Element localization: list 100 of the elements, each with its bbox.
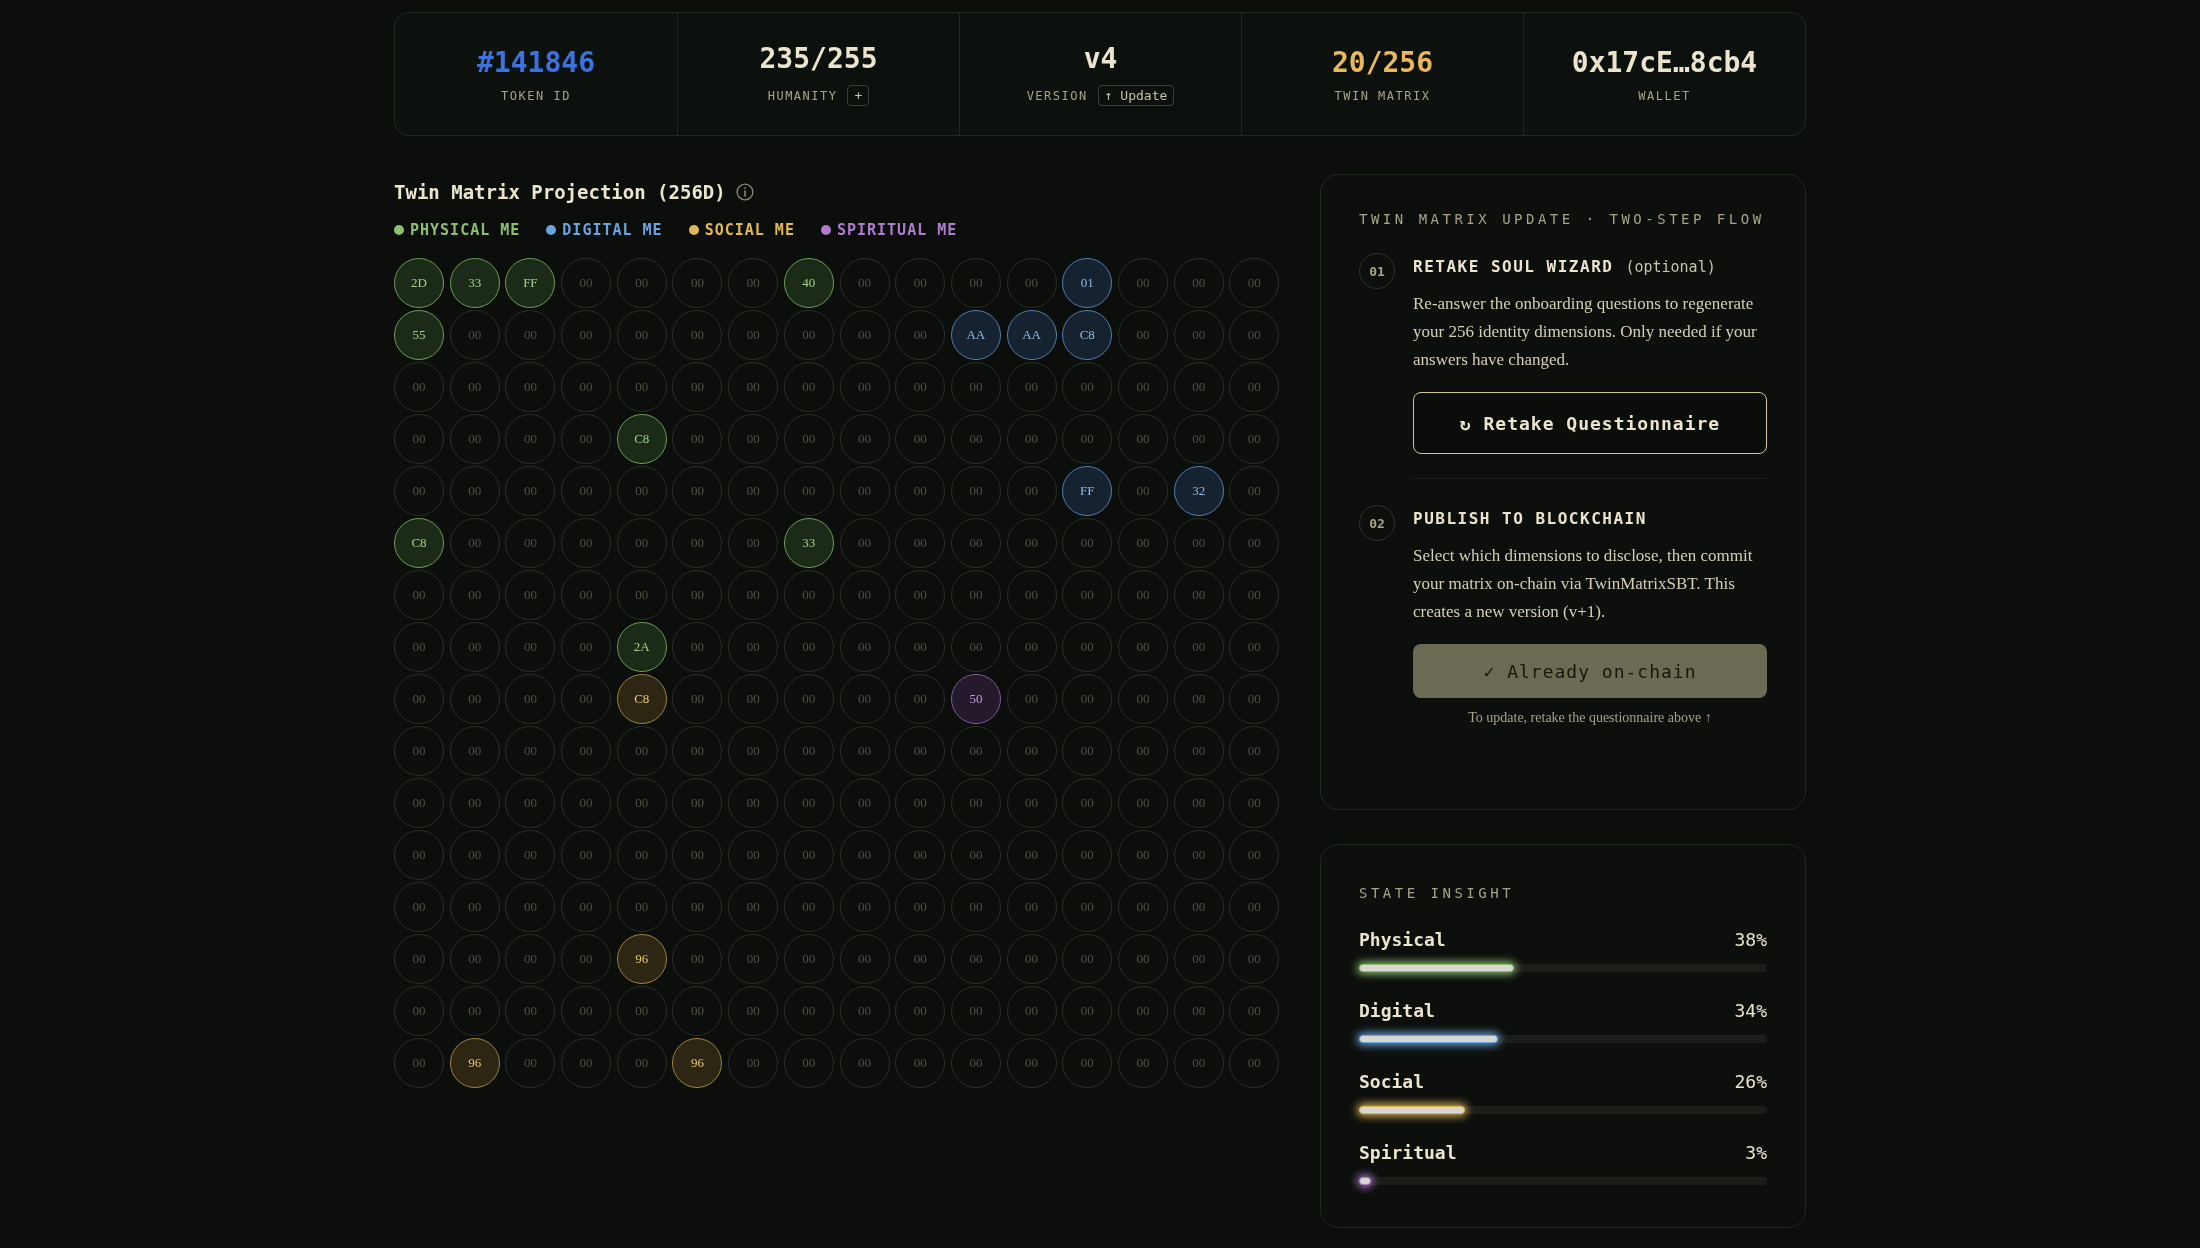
matrix-cell[interactable]: 00 bbox=[394, 986, 444, 1036]
matrix-cell[interactable]: 00 bbox=[505, 518, 556, 568]
matrix-cell[interactable]: 00 bbox=[728, 726, 779, 776]
matrix-cell[interactable]: 00 bbox=[895, 882, 946, 932]
matrix-cell[interactable]: 00 bbox=[672, 778, 723, 828]
matrix-cell[interactable]: 00 bbox=[561, 310, 612, 360]
matrix-cell[interactable]: 00 bbox=[728, 310, 779, 360]
matrix-cell[interactable]: 00 bbox=[1229, 414, 1280, 464]
matrix-cell[interactable]: 00 bbox=[672, 310, 723, 360]
matrix-cell[interactable]: 00 bbox=[561, 466, 612, 516]
matrix-cell[interactable]: 96 bbox=[672, 1038, 723, 1088]
matrix-cell[interactable]: 00 bbox=[561, 674, 612, 724]
matrix-cell[interactable]: 00 bbox=[394, 778, 444, 828]
matrix-cell[interactable]: 40 bbox=[783, 258, 834, 308]
matrix-cell[interactable]: 00 bbox=[561, 518, 612, 568]
matrix-cell[interactable]: 00 bbox=[561, 882, 612, 932]
matrix-cell[interactable]: 00 bbox=[561, 362, 612, 412]
matrix-cell[interactable]: 00 bbox=[505, 570, 556, 620]
matrix-cell[interactable]: 00 bbox=[505, 830, 556, 880]
matrix-cell[interactable]: 00 bbox=[895, 1038, 946, 1088]
matrix-cell[interactable]: 00 bbox=[394, 466, 444, 516]
matrix-cell[interactable]: 00 bbox=[1062, 362, 1113, 412]
matrix-cell[interactable]: 00 bbox=[1229, 362, 1280, 412]
matrix-cell[interactable]: 00 bbox=[672, 726, 723, 776]
matrix-cell[interactable]: 00 bbox=[672, 570, 723, 620]
matrix-cell[interactable]: 00 bbox=[1062, 934, 1113, 984]
matrix-cell[interactable]: 50 bbox=[950, 674, 1001, 724]
matrix-cell[interactable]: 00 bbox=[394, 362, 444, 412]
matrix-cell[interactable]: 00 bbox=[895, 778, 946, 828]
matrix-cell[interactable]: 00 bbox=[728, 1038, 779, 1088]
matrix-cell[interactable]: 00 bbox=[895, 570, 946, 620]
matrix-cell[interactable]: 01 bbox=[1062, 258, 1113, 308]
matrix-cell[interactable]: 00 bbox=[672, 622, 723, 672]
matrix-cell[interactable]: FF bbox=[1062, 466, 1113, 516]
matrix-cell[interactable]: 00 bbox=[1062, 518, 1113, 568]
matrix-cell[interactable]: 00 bbox=[1229, 726, 1280, 776]
matrix-cell[interactable]: C8 bbox=[394, 518, 444, 568]
matrix-cell[interactable]: 00 bbox=[728, 882, 779, 932]
matrix-cell[interactable]: 00 bbox=[561, 570, 612, 620]
matrix-cell[interactable]: 00 bbox=[728, 466, 779, 516]
matrix-cell[interactable]: 00 bbox=[505, 882, 556, 932]
matrix-cell[interactable]: 00 bbox=[672, 934, 723, 984]
matrix-cell[interactable]: 32 bbox=[1173, 466, 1224, 516]
matrix-cell[interactable]: 00 bbox=[672, 414, 723, 464]
matrix-cell[interactable]: 00 bbox=[561, 778, 612, 828]
matrix-cell[interactable]: 33 bbox=[783, 518, 834, 568]
matrix-cell[interactable]: 00 bbox=[394, 934, 444, 984]
matrix-cell[interactable]: 00 bbox=[505, 1038, 556, 1088]
matrix-cell[interactable]: 00 bbox=[672, 882, 723, 932]
matrix-cell[interactable]: 55 bbox=[394, 310, 444, 360]
matrix-cell[interactable]: 00 bbox=[728, 830, 779, 880]
matrix-cell[interactable]: 33 bbox=[449, 258, 500, 308]
matrix-cell[interactable]: 00 bbox=[1229, 1038, 1280, 1088]
matrix-cell[interactable]: 00 bbox=[394, 1038, 444, 1088]
matrix-cell[interactable]: 00 bbox=[561, 830, 612, 880]
matrix-cell[interactable]: 00 bbox=[728, 258, 779, 308]
matrix-cell[interactable]: 00 bbox=[1229, 674, 1280, 724]
matrix-cell[interactable]: 00 bbox=[672, 518, 723, 568]
retake-button[interactable]: ↻ Retake Questionnaire bbox=[1413, 392, 1767, 454]
info-icon[interactable] bbox=[735, 183, 754, 201]
matrix-cell[interactable]: 00 bbox=[1229, 830, 1280, 880]
matrix-cell[interactable]: 00 bbox=[1062, 414, 1113, 464]
matrix-cell[interactable]: 00 bbox=[1229, 934, 1280, 984]
matrix-cell[interactable]: 00 bbox=[895, 362, 946, 412]
matrix-cell[interactable]: 00 bbox=[394, 570, 444, 620]
matrix-cell[interactable]: 00 bbox=[895, 934, 946, 984]
matrix-cell[interactable]: 00 bbox=[728, 518, 779, 568]
matrix-cell[interactable]: 00 bbox=[505, 466, 556, 516]
matrix-cell[interactable]: 00 bbox=[895, 258, 946, 308]
matrix-cell[interactable]: 00 bbox=[1062, 622, 1113, 672]
matrix-cell[interactable]: 00 bbox=[1229, 570, 1280, 620]
matrix-cell[interactable]: C8 bbox=[1062, 310, 1113, 360]
matrix-cell[interactable]: 00 bbox=[394, 882, 444, 932]
matrix-cell[interactable]: 00 bbox=[505, 778, 556, 828]
matrix-cell[interactable]: 00 bbox=[1062, 570, 1113, 620]
matrix-cell[interactable]: 00 bbox=[728, 674, 779, 724]
update-button[interactable]: ↑ Update bbox=[1097, 85, 1175, 106]
matrix-cell[interactable]: C8 bbox=[616, 674, 667, 724]
matrix-cell[interactable]: 00 bbox=[505, 934, 556, 984]
matrix-cell[interactable]: 00 bbox=[895, 518, 946, 568]
matrix-cell[interactable]: 00 bbox=[1062, 1038, 1113, 1088]
matrix-cell[interactable]: 00 bbox=[505, 674, 556, 724]
matrix-cell[interactable]: 00 bbox=[505, 414, 556, 464]
matrix-cell[interactable]: 00 bbox=[1062, 778, 1113, 828]
matrix-cell[interactable]: 00 bbox=[728, 570, 779, 620]
matrix-cell[interactable]: 00 bbox=[394, 674, 444, 724]
matrix-cell[interactable]: 00 bbox=[895, 726, 946, 776]
matrix-cell[interactable]: 00 bbox=[672, 362, 723, 412]
matrix-cell[interactable]: FF bbox=[505, 258, 556, 308]
matrix-cell[interactable]: C8 bbox=[616, 414, 667, 464]
matrix-cell[interactable]: 00 bbox=[561, 622, 612, 672]
matrix-cell[interactable]: 00 bbox=[1229, 882, 1280, 932]
matrix-cell[interactable]: 00 bbox=[394, 726, 444, 776]
matrix-cell[interactable]: 00 bbox=[1062, 830, 1113, 880]
matrix-cell[interactable]: 00 bbox=[394, 414, 444, 464]
matrix-cell[interactable]: 00 bbox=[1229, 466, 1280, 516]
matrix-cell[interactable]: 00 bbox=[1229, 622, 1280, 672]
matrix-cell[interactable]: 00 bbox=[1229, 778, 1280, 828]
matrix-cell[interactable]: 00 bbox=[394, 830, 444, 880]
matrix-cell[interactable]: 00 bbox=[505, 622, 556, 672]
